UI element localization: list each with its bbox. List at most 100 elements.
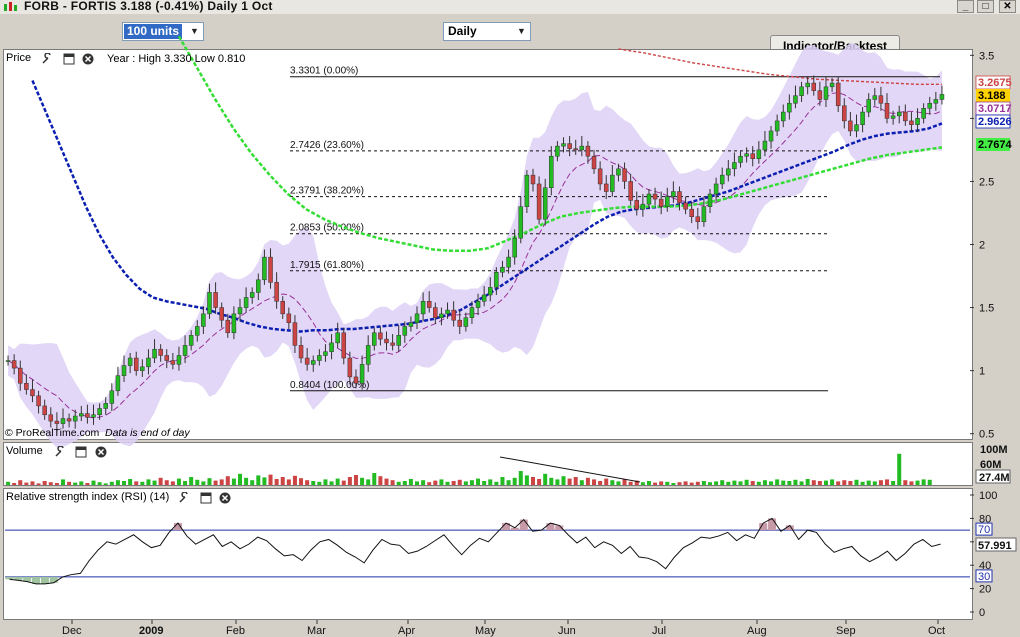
candle-body xyxy=(146,357,151,368)
volume-bar xyxy=(756,481,761,485)
candle-body xyxy=(780,111,786,122)
price-tick-label: 1 xyxy=(979,366,985,378)
volume-bar xyxy=(329,481,334,485)
candle-body xyxy=(793,95,798,104)
rsi-tick-label: 0 xyxy=(979,607,985,619)
candle-body xyxy=(512,237,517,258)
candle-body xyxy=(249,292,255,298)
candle-body xyxy=(341,332,347,359)
volume-bar xyxy=(378,476,383,485)
candle-body xyxy=(646,193,652,205)
price-tick-label: 2.5 xyxy=(979,176,994,188)
candle-body xyxy=(195,326,200,336)
volume-bar xyxy=(341,480,346,485)
candle-body xyxy=(91,414,96,418)
candle-body xyxy=(817,90,823,100)
last-value-label: 3.0717 xyxy=(978,103,1012,115)
rsi-oversold-fill xyxy=(5,576,14,580)
wrench-icon[interactable] xyxy=(178,492,190,504)
candle-body xyxy=(555,145,560,157)
volume-bar xyxy=(219,479,224,485)
wrench-icon[interactable] xyxy=(41,53,53,65)
volume-bar xyxy=(225,476,230,485)
close-panel-icon[interactable] xyxy=(82,53,94,65)
volume-bar xyxy=(524,475,529,485)
candle-body xyxy=(805,82,810,88)
close-panel-icon[interactable] xyxy=(95,446,107,458)
volume-bar xyxy=(201,481,206,485)
volume-bar xyxy=(860,481,865,485)
x-tick-label: 2009 xyxy=(139,625,163,637)
candle-body xyxy=(463,317,469,327)
volume-bar xyxy=(872,481,877,485)
volume-bar xyxy=(262,477,267,485)
volume-bar xyxy=(927,479,932,485)
volume-bar xyxy=(140,481,145,485)
volume-bar xyxy=(585,477,590,485)
window-icon[interactable] xyxy=(63,53,75,65)
candle-body xyxy=(445,309,450,315)
candle-body xyxy=(744,153,749,157)
candle-body xyxy=(732,162,737,170)
candle-body xyxy=(414,313,420,323)
last-value-label: 2.9626 xyxy=(978,116,1012,128)
window-icon[interactable] xyxy=(200,492,212,504)
candle-body xyxy=(921,108,926,119)
volume-bar xyxy=(671,483,676,485)
volume-bar xyxy=(176,478,181,485)
candle-body xyxy=(903,111,908,122)
window-icon[interactable] xyxy=(75,446,87,458)
candle-body xyxy=(54,420,60,424)
volume-bar xyxy=(689,482,694,485)
candle-body xyxy=(506,256,511,268)
volume-bar xyxy=(427,482,432,485)
volume-bar xyxy=(622,479,627,485)
candle-body xyxy=(170,360,176,365)
volume-bar xyxy=(537,479,542,485)
volume-bar xyxy=(616,481,621,485)
volume-bar xyxy=(903,480,908,485)
volume-bar xyxy=(628,481,633,485)
candle-body xyxy=(133,357,139,371)
candle-body xyxy=(579,145,585,151)
volume-bar xyxy=(360,477,365,485)
candle-body xyxy=(842,105,847,122)
candle-body xyxy=(457,319,462,327)
volume-bar xyxy=(421,480,426,485)
candle-body xyxy=(347,357,353,378)
volume-bar xyxy=(36,483,41,485)
candle-body xyxy=(939,94,945,100)
candle-body xyxy=(304,357,310,365)
candle-body xyxy=(652,193,658,200)
candle-body xyxy=(378,332,383,340)
candle-body xyxy=(567,143,572,149)
wrench-icon[interactable] xyxy=(54,446,66,458)
volume-bar xyxy=(353,475,358,485)
volume-bar xyxy=(823,480,828,485)
volume-bar xyxy=(311,481,316,485)
volume-bar xyxy=(402,481,407,485)
candle-body xyxy=(878,95,884,104)
candle-body xyxy=(433,307,438,318)
candle-body xyxy=(243,297,249,308)
candle-body xyxy=(201,313,206,327)
candle-body xyxy=(585,145,591,157)
candle-body xyxy=(909,120,914,125)
volume-bar xyxy=(494,481,499,485)
volume-bar xyxy=(714,481,719,485)
price-tick-label: 1.5 xyxy=(979,303,994,315)
volume-last-value: 27.4M xyxy=(979,472,1010,484)
close-panel-icon[interactable] xyxy=(219,492,231,504)
volume-bar xyxy=(299,478,304,485)
candle-body xyxy=(549,155,554,188)
rsi-panel-title: Relative strength index (RSI) (14) xyxy=(6,491,170,503)
volume-bar xyxy=(469,480,474,485)
volume-bar xyxy=(659,481,664,485)
volume-tick-label: 60M xyxy=(980,459,1001,471)
volume-bar xyxy=(885,479,890,485)
volume-bar xyxy=(799,481,804,485)
fib-label: 2.7426 (23.60%) xyxy=(290,140,364,151)
volume-bar xyxy=(445,481,450,485)
candle-body xyxy=(719,174,725,185)
candle-body xyxy=(640,203,646,210)
